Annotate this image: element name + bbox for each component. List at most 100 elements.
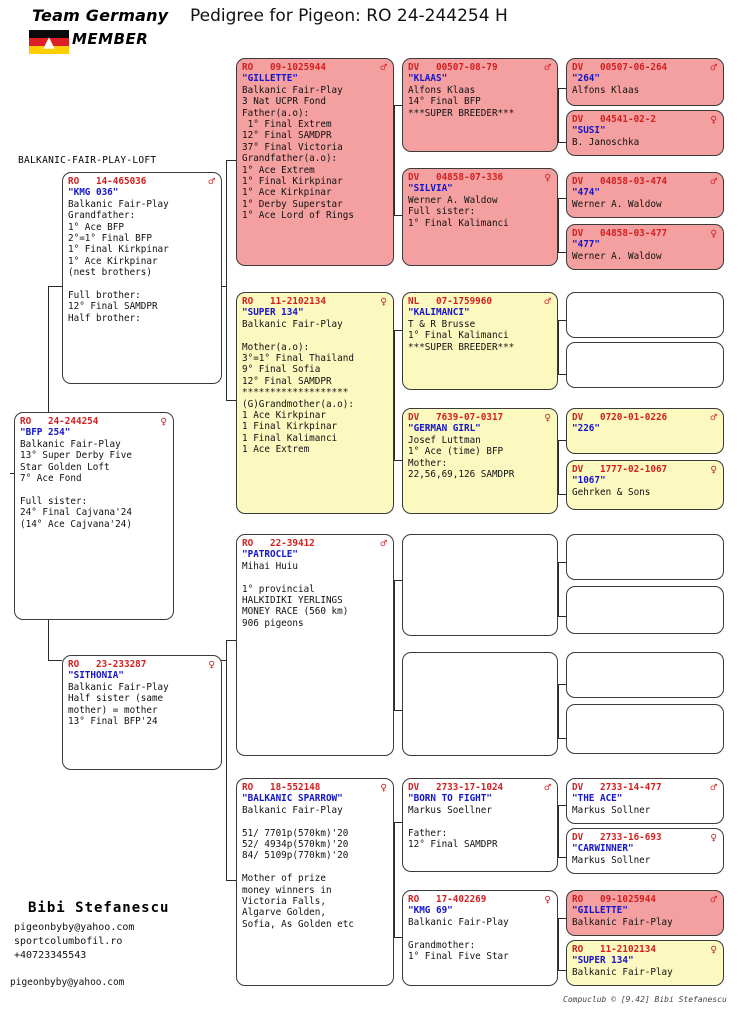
sex-symbol: ♂ (544, 61, 551, 74)
pedigree-box-gen4-3[interactable]: ♀ DV 04858-03-477 "477" Werner A. Waldow (566, 224, 724, 270)
pedigree-box-gen3-5[interactable] (402, 652, 558, 756)
pedigree-box-gen2-2[interactable]: ♂ RO 22-39412 "PATROCLE" Mihai Huiu 1° p… (236, 534, 394, 756)
pedigree-box-gen4-2[interactable]: ♂ DV 04858-03-474 "474" Werner A. Waldow (566, 172, 724, 218)
pedigree-box-gen2-0[interactable]: ♂ RO 09-1025944 "GILLETTE" Balkanic Fair… (236, 58, 394, 266)
connector-line (394, 580, 395, 710)
pedigree-box-gen2-1[interactable]: ♀ RO 11-2102134 "SUPER 134" Balkanic Fai… (236, 292, 394, 514)
pigeon-owner: T & R Brusse (408, 318, 476, 330)
contact-email-secondary: pigeonbyby@yahoo.com (10, 977, 125, 988)
pedigree-box-gen4-1[interactable]: ♀ DV 04541-02-2 "SUSI" B. Janoschka (566, 110, 724, 156)
pedigree-box-gen3-3[interactable]: ♀ DV 7639-07-0317 "GERMAN GIRL" Josef Lu… (402, 408, 558, 514)
connector-line (394, 330, 395, 460)
ring-number: RO 09-1025944 (572, 894, 656, 905)
sex-symbol: ♀ (544, 171, 551, 184)
pigeon-name: "GILLETTE" (242, 73, 298, 85)
pedigree-box-gen1-mother[interactable]: ♀ RO 23-233287 "SITHONIA" Balkanic Fair-… (62, 655, 222, 770)
ring-number: RO 23-233287 (68, 659, 147, 670)
pigeon-details: 1° Ace (time) BFP Mother: 22,56,69,126 S… (408, 446, 515, 481)
pigeon-owner: Balkanic Fair-Play (572, 916, 673, 928)
connector-line (394, 105, 402, 106)
connector-line (558, 440, 566, 441)
connector-line (558, 616, 566, 617)
pedigree-box-gen4-7[interactable]: ♀ DV 1777-02-1067 "1067" Gehrken & Sons (566, 460, 724, 510)
pigeon-owner: B. Janoschka (572, 136, 640, 148)
sex-symbol: ♀ (380, 295, 387, 308)
ring-number: DV 00507-08-79 (408, 62, 498, 73)
ring-number: DV 04858-03-477 (572, 228, 668, 239)
connector-line (558, 857, 566, 858)
connector-line (558, 142, 566, 143)
pedigree-box-gen4-5[interactable] (566, 342, 724, 388)
pedigree-box-gen4-6[interactable]: ♂ DV 0720-01-0226 "226" (566, 408, 724, 454)
pedigree-box-gen3-1[interactable]: ♀ DV 04858-07-336 "SILVIA" Werner A. Wal… (402, 168, 558, 266)
pedigree-box-gen3-2[interactable]: ♂ NL 07-1759960 "KALIMANCI" T & R Brusse… (402, 292, 558, 390)
pigeon-name: "BFP 254" (20, 427, 71, 439)
connector-line (226, 160, 236, 161)
contact-info: pigeonbyby@yahoo.com sportcolumbofil.ro … (14, 922, 135, 961)
pigeon-name: "THE ACE" (572, 793, 623, 805)
connector-line (558, 320, 566, 321)
pedigree-box-gen4-0[interactable]: ♂ DV 00507-06-264 "264" Alfons Klaas (566, 58, 724, 106)
pigeon-name: "BORN TO FIGHT" (408, 793, 492, 805)
ring-number: DV 2733-16-693 (572, 832, 662, 843)
pedigree-box-gen4-4[interactable] (566, 292, 724, 338)
pedigree-box-gen4-9[interactable] (566, 586, 724, 634)
ring-number: RO 09-1025944 (242, 62, 326, 73)
pigeon-name: "KMG 036" (68, 187, 119, 199)
pigeon-details: Grandfather: 1° Ace BFP 2°=1° Final BFP … (68, 210, 169, 324)
ring-number: RO 14-465036 (68, 176, 147, 187)
ring-number: DV 2733-14-477 (572, 782, 662, 793)
connector-line (558, 805, 566, 806)
pedigree-box-subject[interactable]: ♀ RO 24-244254 "BFP 254" Balkanic Fair-P… (14, 412, 174, 620)
pedigree-box-gen3-4[interactable] (402, 534, 558, 636)
connector-line (394, 330, 402, 331)
connector-line (558, 198, 559, 252)
pedigree-box-gen3-6[interactable]: ♂ DV 2733-17-1024 "BORN TO FIGHT" Markus… (402, 778, 558, 872)
pigeon-owner: Balkanic Fair-Play (242, 84, 343, 96)
sex-symbol: ♂ (710, 61, 717, 74)
pedigree-box-gen4-11[interactable] (566, 704, 724, 754)
pedigree-box-gen3-0[interactable]: ♂ DV 00507-08-79 "KLAAS" Alfons Klaas 14… (402, 58, 558, 152)
connector-line (558, 252, 566, 253)
pigeon-details: 13° Super Derby Five Star Golden Loft 7°… (20, 450, 132, 530)
pedigree-box-gen4-14[interactable]: ♂ RO 09-1025944 "GILLETTE" Balkanic Fair… (566, 890, 724, 936)
connector-line (558, 918, 559, 970)
connector-line (394, 215, 402, 216)
pedigree-box-gen4-8[interactable] (566, 534, 724, 580)
connector-line (226, 640, 236, 641)
connector-line (558, 562, 566, 563)
ring-number: DV 2733-17-1024 (408, 782, 504, 793)
ring-number: DV 1777-02-1067 (572, 464, 668, 475)
pigeon-details: Mother(a.o): 3°=1° Final Thailand 9° Fin… (242, 341, 354, 456)
ring-number: DV 04858-07-336 (408, 172, 504, 183)
pedigree-box-gen2-3[interactable]: ♀ RO 18-552148 "BALKANIC SPARROW" Balkan… (236, 778, 394, 986)
pedigree-box-gen4-13[interactable]: ♀ DV 2733-16-693 "CARWINNER" Markus Soll… (566, 828, 724, 874)
loft-label: BALKANIC-FAIR-PLAY-LOFT (18, 155, 157, 166)
pigeon-name: "GILLETTE" (572, 905, 628, 917)
pigeon-owner: Balkanic Fair-Play (408, 916, 509, 928)
sex-symbol: ♀ (544, 893, 551, 906)
pedigree-box-gen4-12[interactable]: ♂ DV 2733-14-477 "THE ACE" Markus Sollne… (566, 778, 724, 824)
pigeon-name: "SITHONIA" (68, 670, 124, 682)
connector-line (558, 198, 566, 199)
eagle-icon: ▲ (43, 31, 55, 53)
connector-line (558, 684, 566, 685)
ring-number: RO 11-2102134 (572, 944, 656, 955)
pigeon-name: "477" (572, 239, 600, 251)
connector-line (558, 684, 559, 738)
ring-number: DV 04858-03-474 (572, 176, 668, 187)
page-title: Pedigree for Pigeon: RO 24-244254 H (190, 6, 508, 26)
pigeon-details: Half sister (same mother) = mother 13° F… (68, 693, 164, 728)
ring-number: DV 04541-02-2 (572, 114, 656, 125)
pedigree-box-gen4-10[interactable] (566, 652, 724, 698)
sex-symbol: ♀ (710, 463, 717, 476)
pedigree-box-gen3-7[interactable]: ♀ RO 17-402269 "KMG 69" Balkanic Fair-Pl… (402, 890, 558, 986)
pedigree-box-gen1-father[interactable]: ♂ RO 14-465036 "KMG 036" Balkanic Fair-P… (62, 172, 222, 384)
sex-symbol: ♀ (160, 415, 167, 428)
pigeon-name: "KALIMANCI" (408, 307, 470, 319)
connector-line (394, 937, 402, 938)
sex-symbol: ♂ (208, 175, 215, 188)
sex-symbol: ♂ (710, 781, 717, 794)
pedigree-box-gen4-15[interactable]: ♀ RO 11-2102134 "SUPER 134" Balkanic Fai… (566, 940, 724, 986)
connector-line (558, 805, 559, 857)
